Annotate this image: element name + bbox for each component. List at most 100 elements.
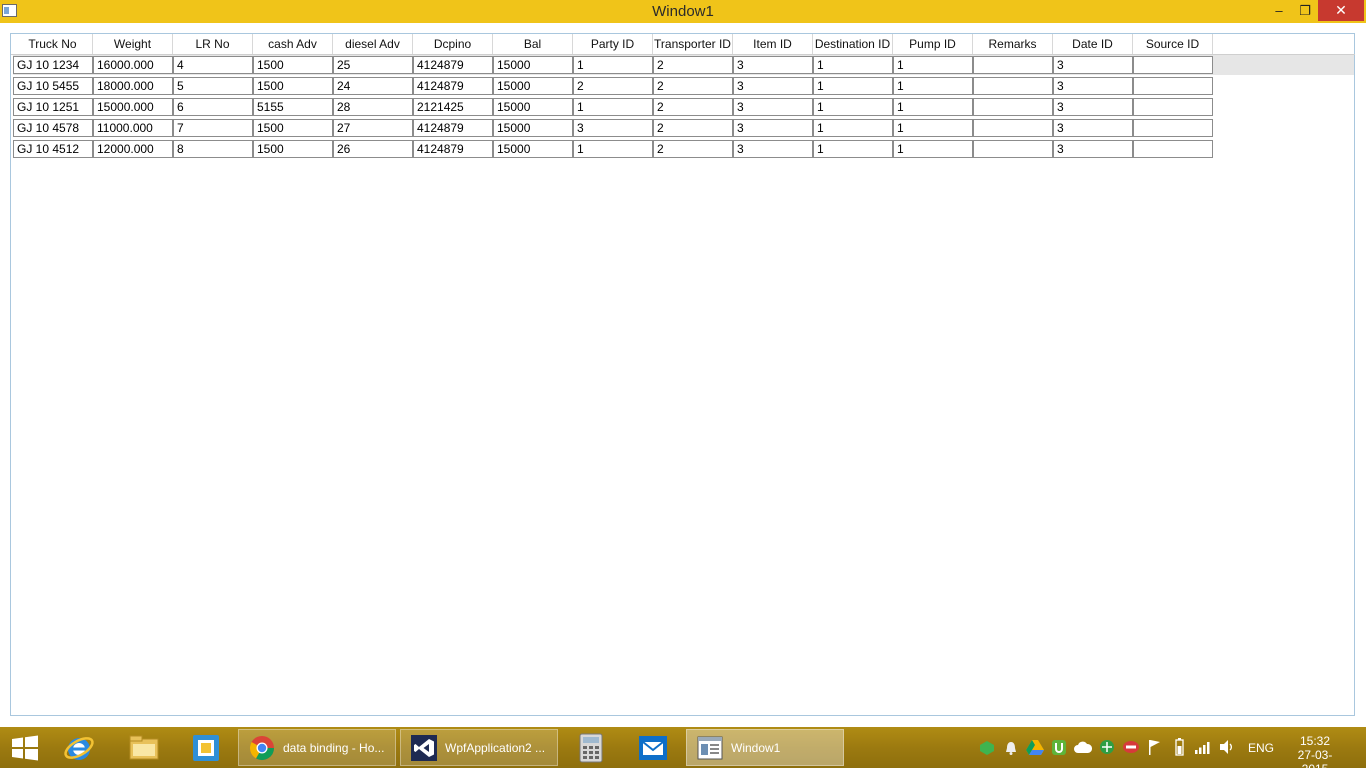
cell-truck-no[interactable]: GJ 10 1234: [13, 56, 93, 74]
cell-source-id[interactable]: [1133, 56, 1213, 74]
cell-item-id[interactable]: 3: [733, 77, 813, 95]
cell-date-id[interactable]: 3: [1053, 119, 1133, 137]
cell-lr-no[interactable]: 4: [173, 56, 253, 74]
cell-truck-no[interactable]: GJ 10 5455: [13, 77, 93, 95]
utorrent-icon[interactable]: [1051, 739, 1067, 756]
outlook-icon[interactable]: [190, 732, 222, 764]
cell-item-id[interactable]: 3: [733, 98, 813, 116]
cell-truck-no[interactable]: GJ 10 1251: [13, 98, 93, 116]
cell-weight[interactable]: 18000.000: [93, 77, 173, 95]
column-header-diesel-adv[interactable]: diesel Adv: [333, 34, 413, 54]
cell-pump-id[interactable]: 1: [893, 77, 973, 95]
google-drive-icon[interactable]: [1026, 739, 1044, 756]
cell-date-id[interactable]: 3: [1053, 77, 1133, 95]
mail-icon[interactable]: [637, 733, 669, 763]
cell-weight[interactable]: 12000.000: [93, 140, 173, 158]
cell-remarks[interactable]: [973, 119, 1053, 137]
cell-bal[interactable]: 15000: [493, 77, 573, 95]
taskbar-app-window1[interactable]: Window1: [686, 729, 844, 766]
column-header-pump-id[interactable]: Pump ID: [893, 34, 973, 54]
cell-diesel-adv[interactable]: 25: [333, 56, 413, 74]
column-header-destination-id[interactable]: Destination ID: [813, 34, 893, 54]
cell-item-id[interactable]: 3: [733, 140, 813, 158]
onedrive-icon[interactable]: [1074, 740, 1092, 754]
action-center-flag-icon[interactable]: [1147, 739, 1161, 755]
column-header-item-id[interactable]: Item ID: [733, 34, 813, 54]
cell-party-id[interactable]: 2: [573, 77, 653, 95]
cell-pump-id[interactable]: 1: [893, 98, 973, 116]
cell-weight[interactable]: 15000.000: [93, 98, 173, 116]
column-header-weight[interactable]: Weight: [93, 34, 173, 54]
notification-bell-icon[interactable]: [1003, 740, 1019, 756]
cell-lr-no[interactable]: 7: [173, 119, 253, 137]
cell-diesel-adv[interactable]: 26: [333, 140, 413, 158]
cell-transporter-id[interactable]: 2: [653, 56, 733, 74]
internet-explorer-icon[interactable]: [62, 731, 96, 765]
cell-cash-adv[interactable]: 1500: [253, 56, 333, 74]
cell-pump-id[interactable]: 1: [893, 119, 973, 137]
column-header-source-id[interactable]: Source ID: [1133, 34, 1213, 54]
wifi-signal-icon[interactable]: [1194, 740, 1212, 754]
cell-dcpino[interactable]: 2121425: [413, 98, 493, 116]
cell-date-id[interactable]: 3: [1053, 56, 1133, 74]
volume-icon[interactable]: [1219, 739, 1235, 755]
cell-destination-id[interactable]: 1: [813, 77, 893, 95]
cell-source-id[interactable]: [1133, 77, 1213, 95]
column-header-remarks[interactable]: Remarks: [973, 34, 1053, 54]
cell-dcpino[interactable]: 4124879: [413, 56, 493, 74]
cell-destination-id[interactable]: 1: [813, 98, 893, 116]
cell-truck-no[interactable]: GJ 10 4578: [13, 119, 93, 137]
cell-bal[interactable]: 15000: [493, 140, 573, 158]
cell-lr-no[interactable]: 6: [173, 98, 253, 116]
cell-lr-no[interactable]: 5: [173, 77, 253, 95]
cell-dcpino[interactable]: 4124879: [413, 77, 493, 95]
file-explorer-icon[interactable]: [127, 733, 161, 763]
cell-weight[interactable]: 16000.000: [93, 56, 173, 74]
cell-destination-id[interactable]: 1: [813, 140, 893, 158]
cell-party-id[interactable]: 1: [573, 98, 653, 116]
column-header-dcpino[interactable]: Dcpino: [413, 34, 493, 54]
cell-item-id[interactable]: 3: [733, 56, 813, 74]
cell-remarks[interactable]: [973, 140, 1053, 158]
cell-party-id[interactable]: 1: [573, 56, 653, 74]
cell-dcpino[interactable]: 4124879: [413, 119, 493, 137]
cell-party-id[interactable]: 1: [573, 140, 653, 158]
column-header-truck-no[interactable]: Truck No: [13, 34, 93, 54]
clock[interactable]: 15:32 27-03-2015: [1286, 734, 1344, 768]
cell-dcpino[interactable]: 4124879: [413, 140, 493, 158]
cell-remarks[interactable]: [973, 98, 1053, 116]
column-header-bal[interactable]: Bal: [493, 34, 573, 54]
cell-source-id[interactable]: [1133, 119, 1213, 137]
minimize-button[interactable]: –: [1265, 0, 1293, 21]
cell-cash-adv[interactable]: 1500: [253, 140, 333, 158]
column-header-party-id[interactable]: Party ID: [573, 34, 653, 54]
column-header-cash-adv[interactable]: cash Adv: [253, 34, 333, 54]
cell-diesel-adv[interactable]: 27: [333, 119, 413, 137]
cell-date-id[interactable]: 3: [1053, 140, 1133, 158]
cell-destination-id[interactable]: 1: [813, 119, 893, 137]
cell-transporter-id[interactable]: 2: [653, 119, 733, 137]
table-row[interactable]: GJ 10 1234 16000.000 4 1500 25 4124879 15000 1 2…: [13, 55, 1354, 75]
cell-remarks[interactable]: [973, 77, 1053, 95]
cell-bal[interactable]: 15000: [493, 56, 573, 74]
cell-transporter-id[interactable]: 2: [653, 140, 733, 158]
antivirus-icon[interactable]: [1122, 740, 1140, 754]
cell-bal[interactable]: 15000: [493, 119, 573, 137]
network-share-icon[interactable]: [1098, 739, 1116, 756]
cell-item-id[interactable]: 3: [733, 119, 813, 137]
column-header-lr-no[interactable]: LR No: [173, 34, 253, 54]
cell-cash-adv[interactable]: 1500: [253, 77, 333, 95]
cell-transporter-id[interactable]: 2: [653, 77, 733, 95]
column-header-date-id[interactable]: Date ID: [1053, 34, 1133, 54]
cell-pump-id[interactable]: 1: [893, 140, 973, 158]
cell-cash-adv[interactable]: 1500: [253, 119, 333, 137]
cell-party-id[interactable]: 3: [573, 119, 653, 137]
cell-cash-adv[interactable]: 5155: [253, 98, 333, 116]
cell-diesel-adv[interactable]: 24: [333, 77, 413, 95]
cell-transporter-id[interactable]: 2: [653, 98, 733, 116]
calculator-icon[interactable]: [577, 732, 605, 764]
cell-bal[interactable]: 15000: [493, 98, 573, 116]
start-icon[interactable]: [10, 735, 40, 761]
cell-pump-id[interactable]: 1: [893, 56, 973, 74]
cell-destination-id[interactable]: 1: [813, 56, 893, 74]
